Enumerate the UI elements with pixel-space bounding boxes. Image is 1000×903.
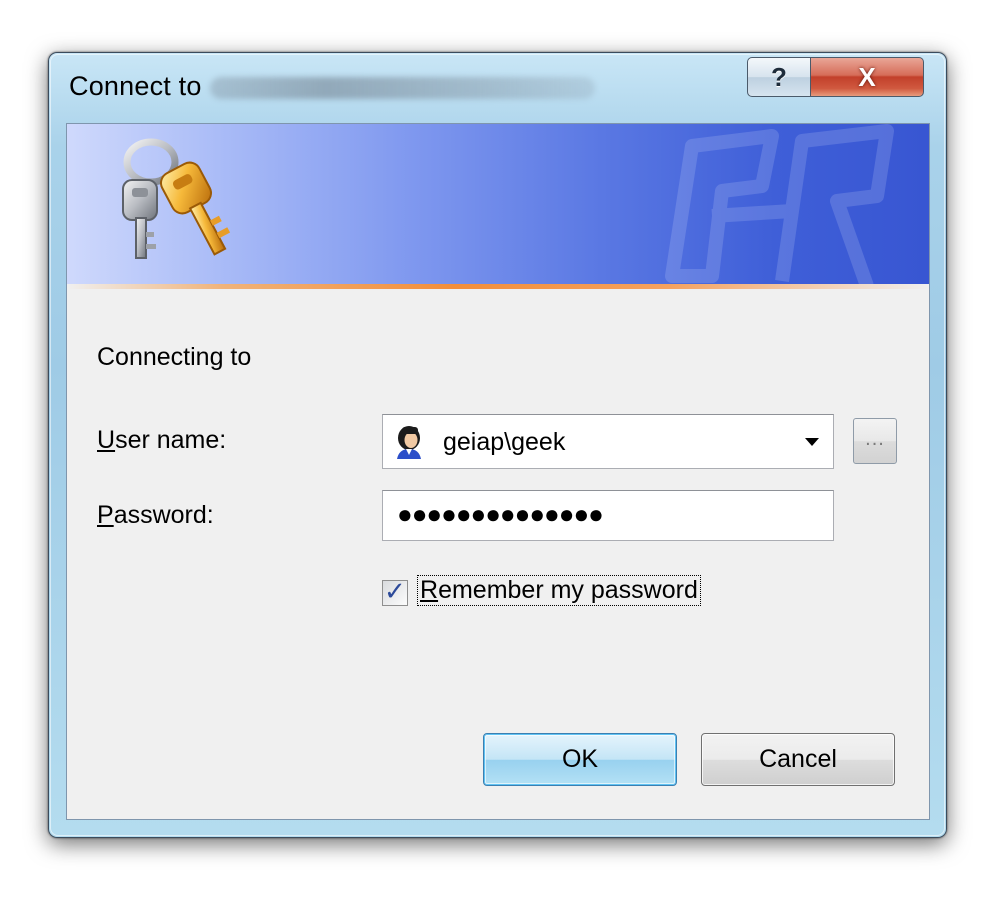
remember-label-mnemonic: R xyxy=(420,576,439,604)
checkmark-icon: ✓ xyxy=(384,576,406,606)
browse-button[interactable]: ... xyxy=(853,418,897,464)
ghost-logo-watermark xyxy=(665,124,894,284)
connect-dialog: Connect to ? X Connecting to User name: … xyxy=(48,52,947,838)
username-label-rest: ser name: xyxy=(115,426,227,454)
username-label-mnemonic: U xyxy=(97,426,116,454)
close-button[interactable]: X xyxy=(811,57,924,97)
username-value: geiap\geek xyxy=(443,428,566,456)
caption-buttons: ? X xyxy=(747,57,924,97)
remember-password-checkbox[interactable]: ✓ xyxy=(382,576,408,606)
password-value: ●●●●●●●●●●●●●● xyxy=(397,499,604,529)
remember-label-rest: emember my password xyxy=(438,576,698,604)
banner xyxy=(67,124,929,284)
window-title-text: Connect to xyxy=(69,71,202,101)
redacted-hostname xyxy=(209,76,595,99)
close-icon: X xyxy=(858,61,876,92)
password-label-mnemonic: P xyxy=(97,501,114,529)
connecting-to-label: Connecting to xyxy=(97,343,252,371)
help-button[interactable]: ? xyxy=(747,57,811,97)
password-label: Password: xyxy=(97,501,214,530)
banner-accent-line xyxy=(67,284,929,289)
cancel-button[interactable]: Cancel xyxy=(701,733,895,786)
window-title: Connect to xyxy=(69,71,595,102)
password-label-rest: assword: xyxy=(113,501,214,529)
username-label: User name: xyxy=(97,426,226,455)
dialog-client-area: Connecting to User name: geiap\geek ... … xyxy=(66,123,930,820)
password-field[interactable]: ●●●●●●●●●●●●●● xyxy=(382,490,834,541)
chevron-down-icon[interactable] xyxy=(805,438,819,446)
remember-password-label[interactable]: Remember my password xyxy=(417,575,701,606)
ok-button[interactable]: OK xyxy=(483,733,677,786)
keys-icon xyxy=(122,138,231,259)
help-icon: ? xyxy=(771,61,787,92)
username-combobox[interactable]: geiap\geek xyxy=(382,414,834,469)
user-avatar-icon xyxy=(397,426,421,459)
cancel-button-label: Cancel xyxy=(759,745,837,773)
ok-button-label: OK xyxy=(561,745,599,773)
